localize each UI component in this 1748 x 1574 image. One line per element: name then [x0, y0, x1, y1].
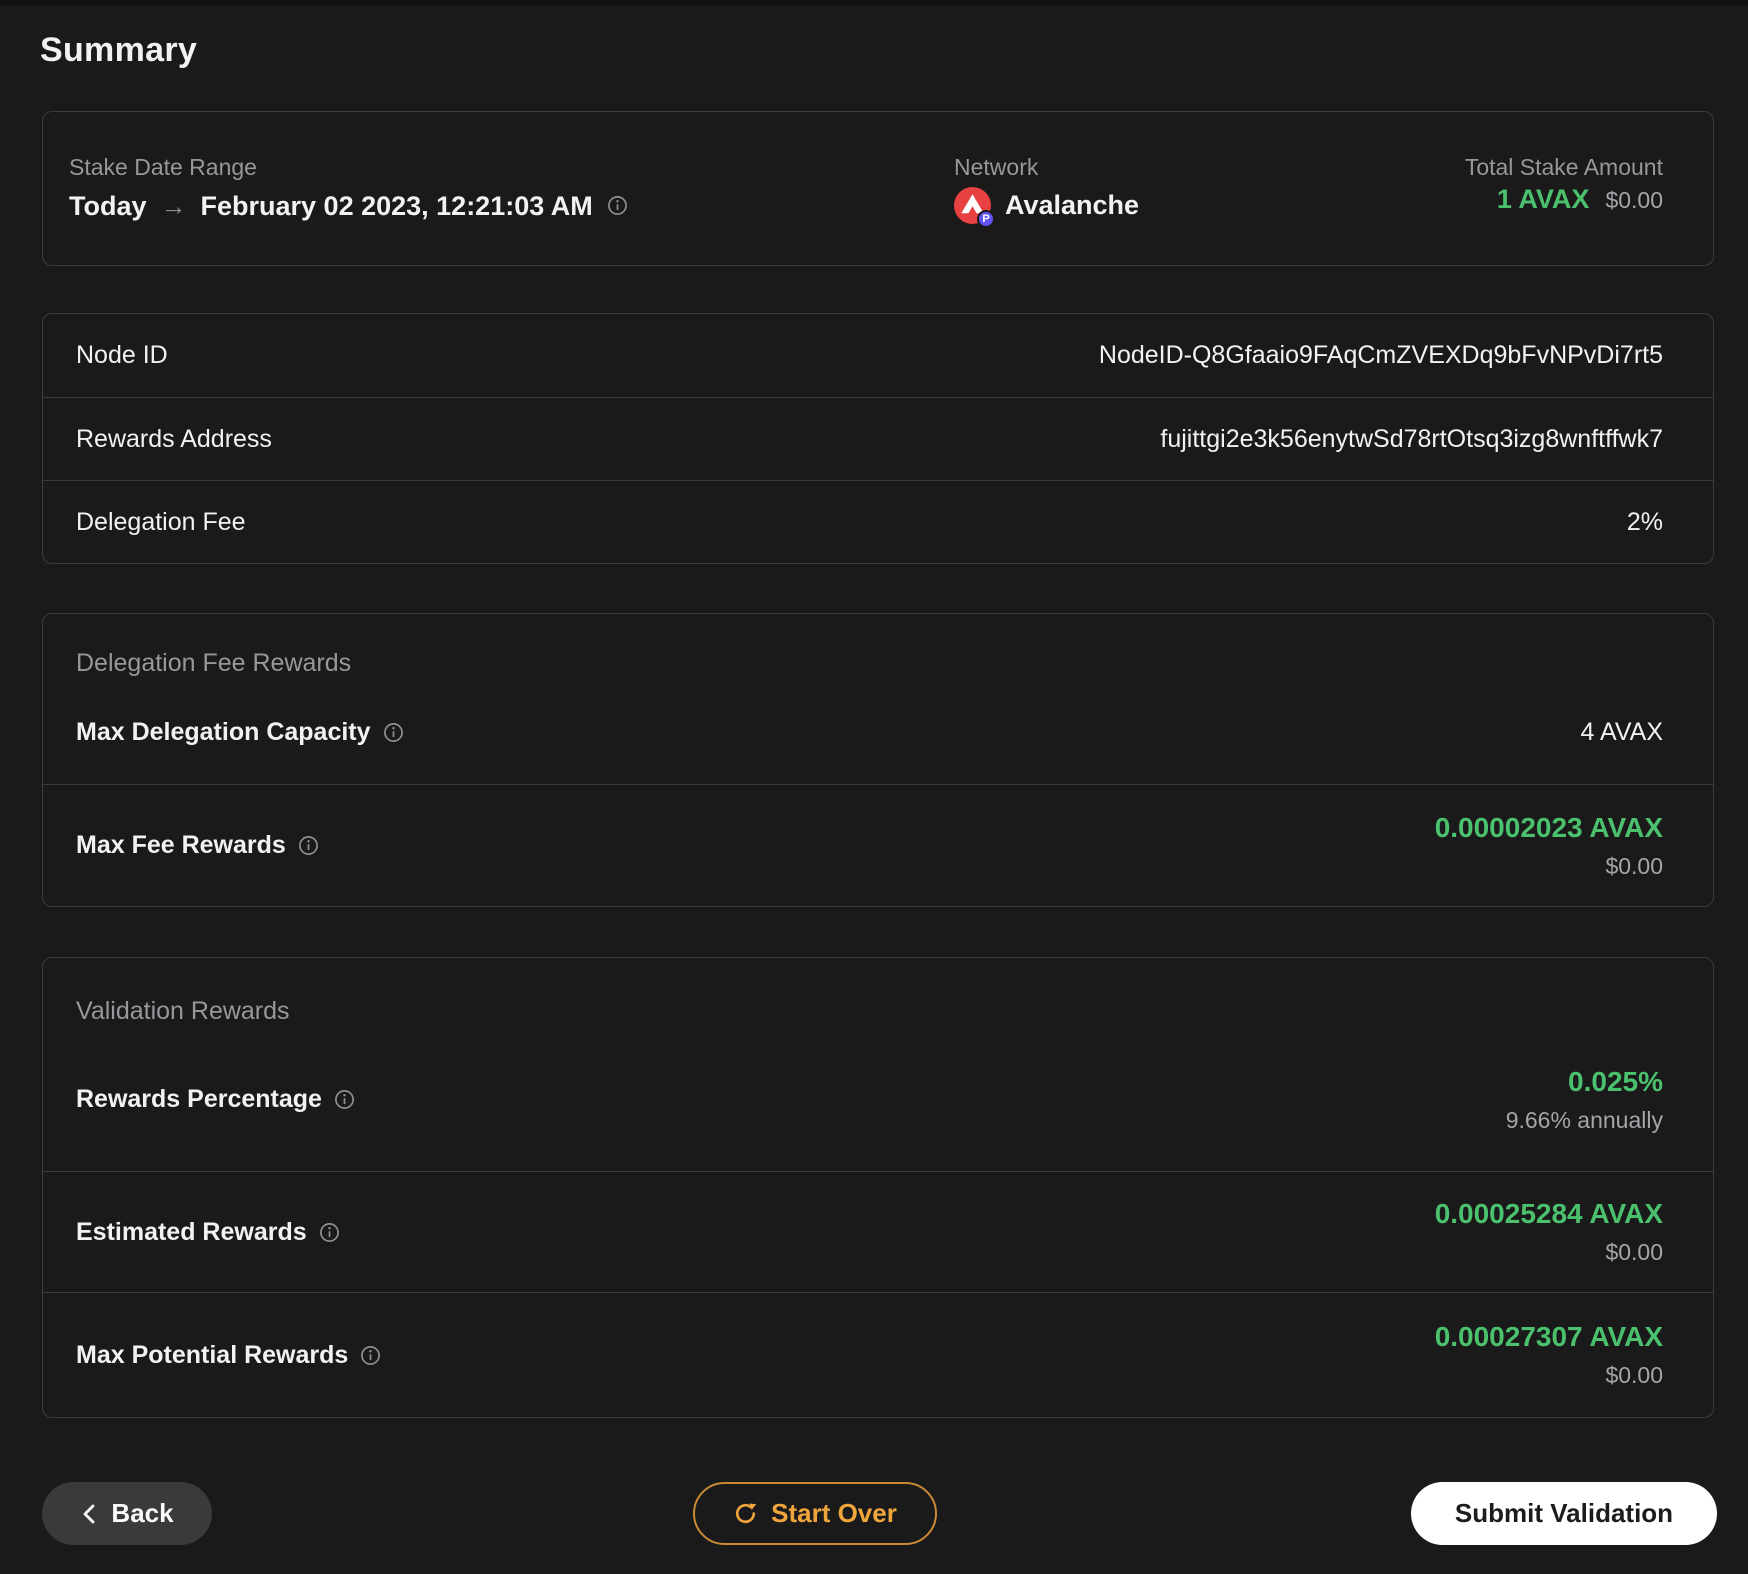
max-potential-rewards-label: Max Potential Rewards [76, 1340, 349, 1369]
max-potential-rewards-info-icon[interactable] [360, 1345, 381, 1366]
max-fee-rewards-label: Max Fee Rewards [76, 831, 286, 859]
max-fee-rewards-value: 0.00002023 AVAX [1434, 811, 1663, 843]
estimated-rewards-info-icon[interactable] [319, 1222, 340, 1243]
back-button-label: Back [111, 1498, 174, 1528]
network-label: Network [954, 153, 1039, 180]
rewards-percentage-label: Rewards Percentage [76, 1085, 322, 1113]
avalanche-logo-icon: P [954, 187, 995, 228]
total-stake-amount: 1 AVAX [1496, 183, 1590, 214]
stake-date-start: Today [69, 190, 147, 221]
row-label: Delegation Fee [76, 507, 246, 536]
rewards-percentage-info-icon[interactable] [334, 1089, 355, 1110]
network-block: Network P Avalanche [954, 150, 1465, 228]
refresh-icon [733, 1501, 758, 1526]
stake-summary-card: Stake Date Range Today → February 02 202… [42, 111, 1714, 266]
stake-date-range-label: Stake Date Range [69, 153, 257, 180]
rewards-percentage-value: 0.025% [1568, 1065, 1663, 1097]
rewards-percentage-row: Rewards Percentage 0.025% 9.66% annually [43, 1028, 1713, 1171]
chevron-left-icon [80, 1502, 98, 1526]
back-button[interactable]: Back [42, 1482, 212, 1545]
submit-validation-button-label: Submit Validation [1454, 1498, 1674, 1528]
row-label: Node ID [76, 341, 168, 369]
rewards-address-value: fujittgi2e3k56enytwSd78rtOtsq3izg8wnftff… [1160, 424, 1663, 453]
max-delegation-capacity-label: Max Delegation Capacity [76, 717, 371, 746]
max-fee-rewards-fiat: $0.00 [1605, 852, 1663, 879]
start-over-button-label: Start Over [771, 1498, 897, 1528]
total-stake-label: Total Stake Amount [1464, 153, 1663, 180]
max-delegation-capacity-value: 4 AVAX [1580, 717, 1663, 746]
max-delegation-capacity-info-icon[interactable] [383, 722, 404, 743]
stake-date-end: February 02 2023, 12:21:03 AM [200, 190, 593, 221]
node-id-value: NodeID-Q8Gfaaio9FAqCmZVEXDq9bFvNPvDi7rt5 [1098, 341, 1663, 369]
page-title: Summary [40, 31, 198, 69]
table-row-delegation-fee: Delegation Fee 2% [43, 480, 1713, 563]
arrow-right-icon: → [160, 190, 187, 221]
estimated-rewards-label: Estimated Rewards [76, 1217, 307, 1246]
max-potential-rewards-value: 0.00027307 AVAX [1434, 1321, 1663, 1352]
max-delegation-capacity-row: Max Delegation Capacity 4 AVAX [43, 680, 1713, 784]
validation-rewards-card: Validation Rewards Rewards Percentage 0.… [42, 957, 1714, 1418]
submit-validation-button[interactable]: Submit Validation [1411, 1482, 1717, 1545]
delegation-fee-value: 2% [1626, 507, 1663, 536]
node-details-card: Node ID NodeID-Q8Gfaaio9FAqCmZVEXDq9bFvN… [42, 313, 1714, 564]
total-stake-block: Total Stake Amount 1 AVAX $0.00 [1465, 150, 1663, 228]
max-potential-rewards-row: Max Potential Rewards 0.00027307 AVAX $0… [43, 1292, 1713, 1417]
validation-rewards-title: Validation Rewards [76, 997, 290, 1025]
window-top-strip [0, 0, 1748, 6]
total-stake-fiat: $0.00 [1605, 186, 1663, 213]
table-row-node-id: Node ID NodeID-Q8Gfaaio9FAqCmZVEXDq9bFvN… [43, 314, 1713, 397]
date-info-icon[interactable] [607, 195, 628, 216]
estimated-rewards-value: 0.00025284 AVAX [1434, 1198, 1663, 1229]
network-name: Avalanche [1005, 190, 1140, 220]
row-label: Rewards Address [76, 424, 272, 453]
max-potential-rewards-fiat: $0.00 [1605, 1362, 1663, 1388]
delegation-fee-rewards-title: Delegation Fee Rewards [76, 649, 352, 677]
footer-actions: Back Start Over Submit Validation [42, 1482, 1717, 1545]
estimated-rewards-fiat: $0.00 [1605, 1239, 1663, 1265]
pchain-badge: P [977, 210, 995, 228]
rewards-percentage-annual: 9.66% annually [1505, 1106, 1663, 1133]
max-fee-rewards-row: Max Fee Rewards 0.00002023 AVAX $0.00 [43, 784, 1713, 906]
delegation-fee-rewards-card: Delegation Fee Rewards Max Delegation Ca… [42, 613, 1714, 907]
table-row-rewards-address: Rewards Address fujittgi2e3k56enytwSd78r… [43, 397, 1713, 480]
stake-date-range-block: Stake Date Range Today → February 02 202… [69, 150, 954, 228]
estimated-rewards-row: Estimated Rewards 0.00025284 AVAX $0.00 [43, 1171, 1713, 1292]
start-over-button[interactable]: Start Over [693, 1482, 937, 1545]
max-fee-rewards-info-icon[interactable] [298, 835, 319, 856]
